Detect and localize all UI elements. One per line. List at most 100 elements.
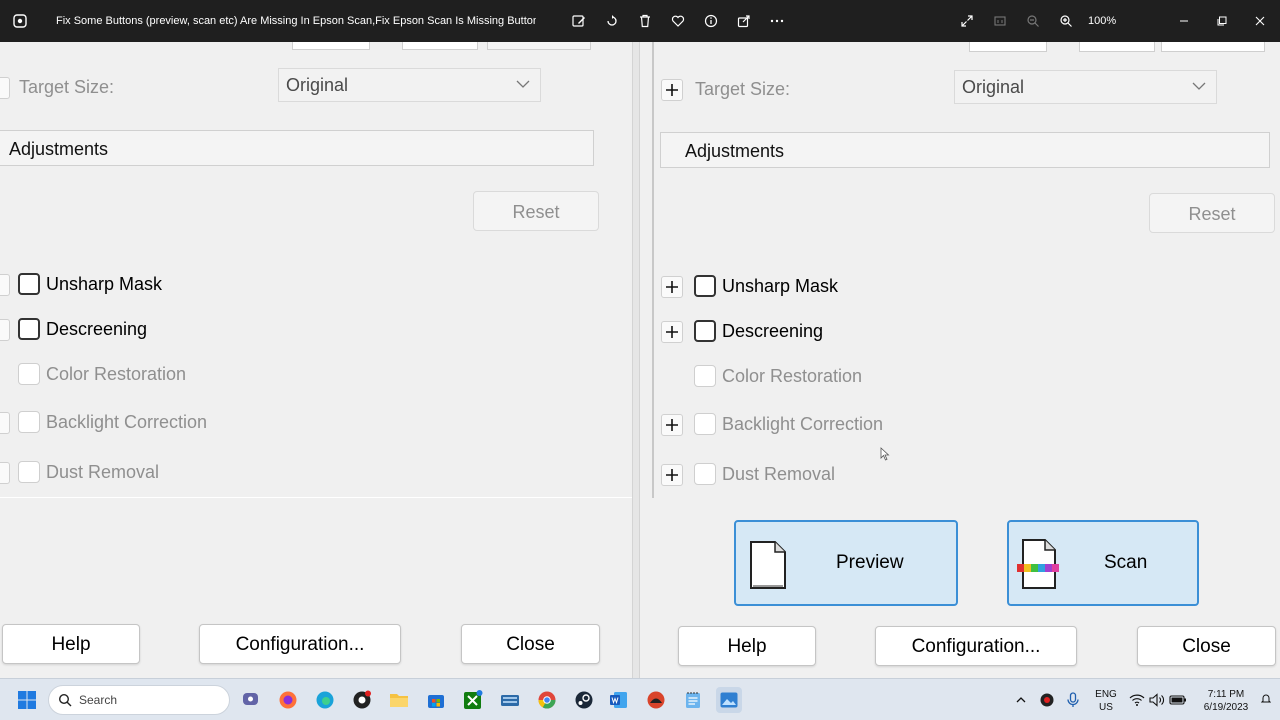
dust-removal-checkbox[interactable] bbox=[18, 461, 40, 483]
notepad-icon[interactable] bbox=[680, 687, 706, 713]
file-explorer-icon[interactable] bbox=[386, 687, 412, 713]
adjustments-section: Adjustments bbox=[0, 130, 594, 166]
actual-size-icon[interactable] bbox=[983, 0, 1016, 42]
minimize-icon[interactable] bbox=[1164, 0, 1204, 42]
unit-select[interactable] bbox=[1161, 42, 1265, 52]
target-size-select[interactable]: Original bbox=[954, 70, 1217, 104]
preview-button[interactable]: Preview bbox=[734, 520, 958, 606]
mouse-cursor-icon bbox=[880, 447, 890, 461]
backlight-correction-expand-button[interactable] bbox=[661, 414, 683, 436]
color-restoration-checkbox[interactable] bbox=[18, 363, 40, 385]
target-size-expand-button[interactable] bbox=[0, 77, 10, 99]
clock-date: 6/19/2023 bbox=[1203, 702, 1249, 713]
show-hidden-icons-icon[interactable] bbox=[1008, 687, 1034, 713]
target-size-expand-button[interactable] bbox=[661, 79, 683, 101]
language-indicator[interactable]: ENG bbox=[1090, 689, 1122, 700]
close-button-label: Close bbox=[1182, 636, 1231, 657]
backlight-correction-checkbox[interactable] bbox=[694, 413, 716, 435]
media-app-icon[interactable] bbox=[643, 687, 669, 713]
target-size-select[interactable]: Original bbox=[278, 68, 541, 102]
notification-bell-icon[interactable] bbox=[1260, 691, 1272, 707]
reset-button[interactable]: Reset bbox=[473, 191, 599, 231]
color-restoration-label: Color Restoration bbox=[46, 364, 187, 384]
more-options-icon[interactable] bbox=[760, 0, 793, 42]
scan-button[interactable]: Scan bbox=[1007, 520, 1199, 606]
unsharp-mask-expand-button[interactable] bbox=[661, 276, 683, 298]
microsoft-store-icon[interactable] bbox=[423, 687, 449, 713]
descreening-checkbox[interactable] bbox=[694, 320, 716, 342]
zoom-level: 100% bbox=[1088, 15, 1117, 27]
unsharp-mask-label: Unsharp Mask bbox=[722, 276, 839, 296]
microphone-icon[interactable] bbox=[1060, 687, 1086, 713]
close-button[interactable]: Close bbox=[1137, 626, 1276, 666]
chrome-browser-icon[interactable] bbox=[534, 687, 560, 713]
document-width-field[interactable] bbox=[292, 42, 370, 50]
close-button-label: Close bbox=[506, 634, 555, 655]
dust-removal-expand-button[interactable] bbox=[0, 462, 10, 484]
steam-icon[interactable] bbox=[571, 687, 597, 713]
target-size-value: Original bbox=[286, 75, 349, 95]
adjustments-section: Adjustments bbox=[660, 132, 1270, 168]
edge-browser-icon[interactable] bbox=[312, 687, 338, 713]
clock-time[interactable]: 7:11 PM bbox=[1196, 689, 1256, 700]
right-epson-scan-pane: Target Size: Original Adjustments Reset … bbox=[640, 42, 1280, 678]
preview-button-label: Preview bbox=[836, 552, 904, 573]
taskbar-search-box[interactable]: Search bbox=[48, 685, 230, 715]
battery-icon[interactable] bbox=[1165, 687, 1191, 713]
descreening-label: Descreening bbox=[722, 321, 824, 341]
close-window-icon[interactable] bbox=[1240, 0, 1280, 42]
favorite-heart-icon[interactable] bbox=[661, 0, 694, 42]
configuration-button[interactable]: Configuration... bbox=[875, 626, 1077, 666]
unsharp-mask-expand-button[interactable] bbox=[0, 274, 10, 296]
unsharp-mask-checkbox[interactable] bbox=[694, 275, 716, 297]
document-width-field[interactable] bbox=[969, 42, 1047, 52]
windows-start-icon[interactable] bbox=[14, 687, 40, 713]
dust-removal-label: Dust Removal bbox=[46, 462, 160, 482]
descreening-expand-button[interactable] bbox=[661, 321, 683, 343]
dust-removal-expand-button[interactable] bbox=[661, 464, 683, 486]
zoom-out-icon[interactable] bbox=[1016, 0, 1049, 42]
scan-button-label: Scan bbox=[1104, 552, 1148, 573]
backlight-correction-checkbox[interactable] bbox=[18, 411, 40, 433]
dust-removal-checkbox[interactable] bbox=[694, 463, 716, 485]
color-restoration-checkbox[interactable] bbox=[694, 365, 716, 387]
pane-divider bbox=[632, 42, 640, 678]
firefox-icon[interactable] bbox=[275, 687, 301, 713]
reset-button-label: Reset bbox=[512, 202, 560, 222]
edit-image-icon[interactable] bbox=[562, 0, 595, 42]
help-button-label: Help bbox=[727, 636, 767, 657]
left-epson-scan-pane: Target Size: Original Adjustments Reset … bbox=[0, 42, 632, 678]
rotate-icon[interactable] bbox=[595, 0, 628, 42]
keyboard-app-icon[interactable] bbox=[497, 687, 523, 713]
teams-chat-icon[interactable] bbox=[238, 687, 264, 713]
document-height-field[interactable] bbox=[402, 42, 478, 50]
xbox-icon[interactable] bbox=[460, 687, 486, 713]
zoom-in-icon[interactable] bbox=[1049, 0, 1082, 42]
delete-icon[interactable] bbox=[628, 0, 661, 42]
configuration-button[interactable]: Configuration... bbox=[199, 624, 401, 664]
document-height-field[interactable] bbox=[1079, 42, 1155, 52]
target-size-label: Target Size: bbox=[19, 77, 115, 97]
windows-taskbar: Search ENG US 7:11 PM 6/19/2023 bbox=[0, 678, 1280, 720]
tray-app-icon[interactable] bbox=[1034, 687, 1060, 713]
word-icon[interactable] bbox=[606, 687, 632, 713]
close-button[interactable]: Close bbox=[461, 624, 600, 664]
obs-studio-icon[interactable] bbox=[349, 687, 375, 713]
settings-panel-bottom-edge bbox=[0, 497, 632, 498]
reset-button[interactable]: Reset bbox=[1149, 193, 1275, 233]
help-button[interactable]: Help bbox=[678, 626, 816, 666]
help-button-label: Help bbox=[51, 634, 91, 655]
backlight-correction-expand-button[interactable] bbox=[0, 412, 10, 434]
photos-app-taskbar-icon[interactable] bbox=[716, 687, 742, 713]
screenshot-content: Target Size: Original Adjustments Reset … bbox=[0, 42, 1280, 678]
share-icon[interactable] bbox=[727, 0, 760, 42]
chevron-down-icon bbox=[516, 79, 530, 89]
help-button[interactable]: Help bbox=[2, 624, 140, 664]
unsharp-mask-checkbox[interactable] bbox=[18, 273, 40, 295]
descreening-checkbox[interactable] bbox=[18, 318, 40, 340]
maximize-icon[interactable] bbox=[1202, 0, 1242, 42]
unit-select[interactable] bbox=[487, 42, 591, 50]
descreening-expand-button[interactable] bbox=[0, 319, 10, 341]
fullscreen-icon[interactable] bbox=[950, 0, 983, 42]
info-icon[interactable] bbox=[694, 0, 727, 42]
